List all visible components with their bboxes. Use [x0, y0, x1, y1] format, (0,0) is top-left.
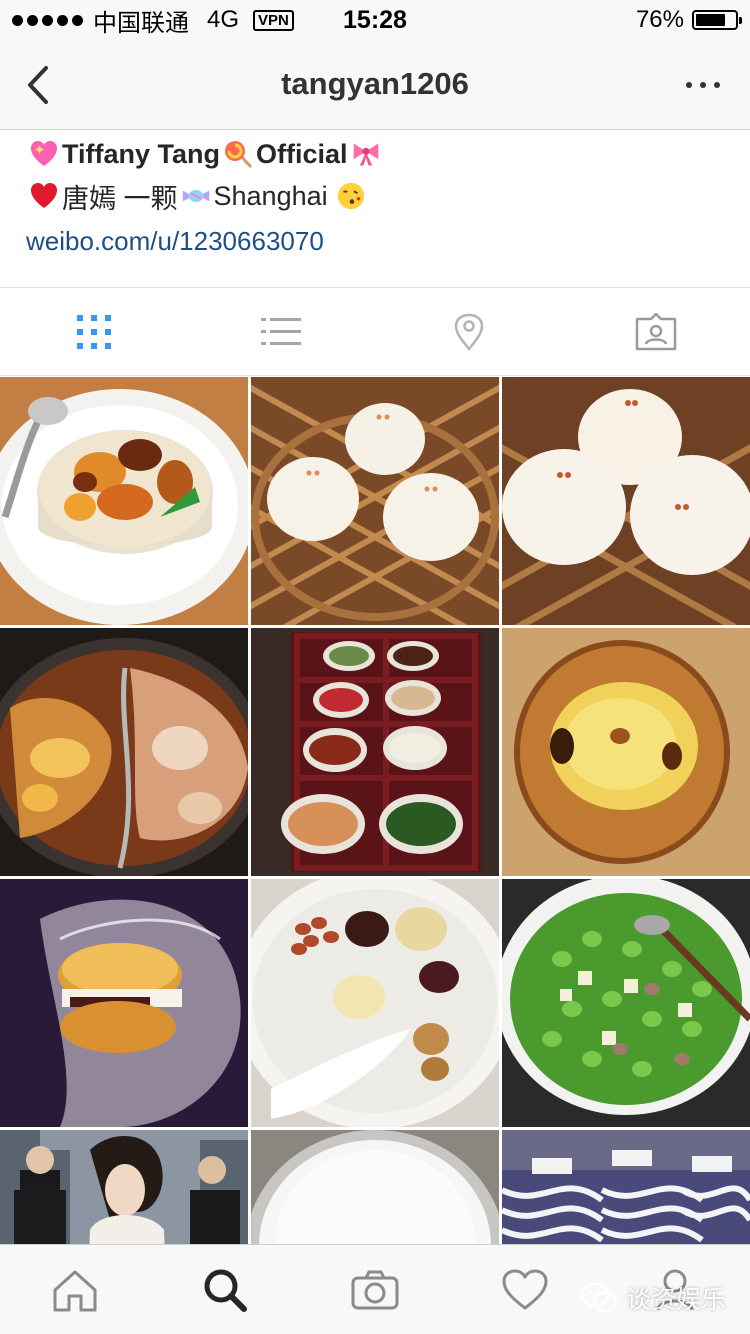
more-options-button[interactable] — [686, 75, 720, 95]
tab-list-view[interactable] — [188, 288, 376, 375]
photo-thumbnail[interactable] — [502, 377, 750, 625]
more-dots-icon — [686, 82, 692, 88]
battery-fill — [696, 14, 725, 26]
photo-thumbnail[interactable] — [251, 628, 499, 876]
vpn-badge: VPN — [253, 9, 294, 31]
tab-search[interactable] — [150, 1245, 300, 1334]
tagged-photos-icon — [636, 312, 677, 350]
sparkling-heart-icon — [29, 139, 59, 169]
congee-photo — [251, 879, 499, 1127]
hot-pot-photo — [0, 628, 248, 876]
photo-thumbnail[interactable] — [251, 377, 499, 625]
signal-strength-icon — [12, 14, 83, 26]
back-button[interactable] — [22, 64, 58, 106]
kissing-face-icon — [336, 181, 366, 211]
tab-home[interactable] — [0, 1245, 150, 1334]
network-type: 4G — [207, 6, 240, 33]
edamame-photo — [502, 879, 750, 1127]
grid-icon — [76, 314, 111, 349]
navigation-bar: tangyan1206 — [0, 40, 750, 130]
profile-bio: Tiffany Tang Official 唐嫣 一颗 Shanghai wei… — [0, 131, 750, 288]
list-icon — [261, 317, 302, 345]
photo-thumbnail[interactable] — [502, 879, 750, 1127]
steamed-buns-photo — [251, 377, 499, 625]
camera-icon — [351, 1270, 399, 1309]
tab-map-view[interactable] — [375, 288, 563, 375]
tab-activity[interactable] — [450, 1245, 600, 1334]
status-bar: 中国联通 4G VPN 15:28 76% — [0, 0, 750, 40]
photo-thumbnail[interactable] — [0, 377, 248, 625]
profile-view-tabs — [0, 288, 750, 376]
photo-thumbnail[interactable] — [251, 879, 499, 1127]
profile-name: Tiffany Tang — [62, 138, 221, 169]
sauce-tray-photo — [251, 628, 499, 876]
bio-line-location: 唐嫣 一颗 Shanghai — [26, 175, 750, 217]
heart-icon — [502, 1269, 548, 1309]
wechat-logo-icon — [580, 1282, 618, 1313]
sticky-rice-dessert-photo — [0, 377, 248, 625]
city-name: Shanghai — [213, 180, 328, 211]
candy-icon — [181, 181, 211, 211]
red-heart-icon — [29, 181, 59, 211]
home-icon — [53, 1270, 97, 1311]
search-icon — [204, 1269, 247, 1312]
chevron-left-icon — [28, 66, 48, 104]
location-pin-icon — [454, 313, 484, 351]
photo-grid — [0, 377, 750, 1334]
ribbon-icon — [351, 139, 381, 169]
battery-icon — [692, 10, 742, 30]
tab-camera[interactable] — [300, 1245, 450, 1334]
battery-percent: 76% — [635, 6, 684, 33]
bio-line-name: Tiffany Tang Official — [26, 133, 750, 175]
photo-thumbnail[interactable] — [0, 628, 248, 876]
photo-thumbnail[interactable] — [0, 879, 248, 1127]
tab-grid-view[interactable] — [0, 288, 188, 375]
official-label: Official — [256, 138, 348, 169]
page-title: tangyan1206 — [281, 66, 469, 101]
carrier-name: 中国联通 — [93, 9, 189, 37]
steamed-buns-closeup-photo — [502, 377, 750, 625]
chinese-name: 唐嫣 一颗 — [62, 183, 178, 214]
egg-tart-photo — [502, 628, 750, 876]
weibo-link[interactable]: weibo.com/u/1230663070 — [26, 221, 750, 261]
watermark-text: 谈资娱乐 — [625, 1286, 726, 1314]
battery-indicator: 76% — [635, 6, 742, 34]
wechat-watermark: 谈资娱乐 — [580, 1280, 726, 1316]
photo-thumbnail[interactable] — [502, 628, 750, 876]
lollipop-icon — [223, 139, 253, 169]
fried-bun-sandwich-photo — [0, 879, 248, 1127]
tab-tagged-photos[interactable] — [563, 288, 750, 375]
